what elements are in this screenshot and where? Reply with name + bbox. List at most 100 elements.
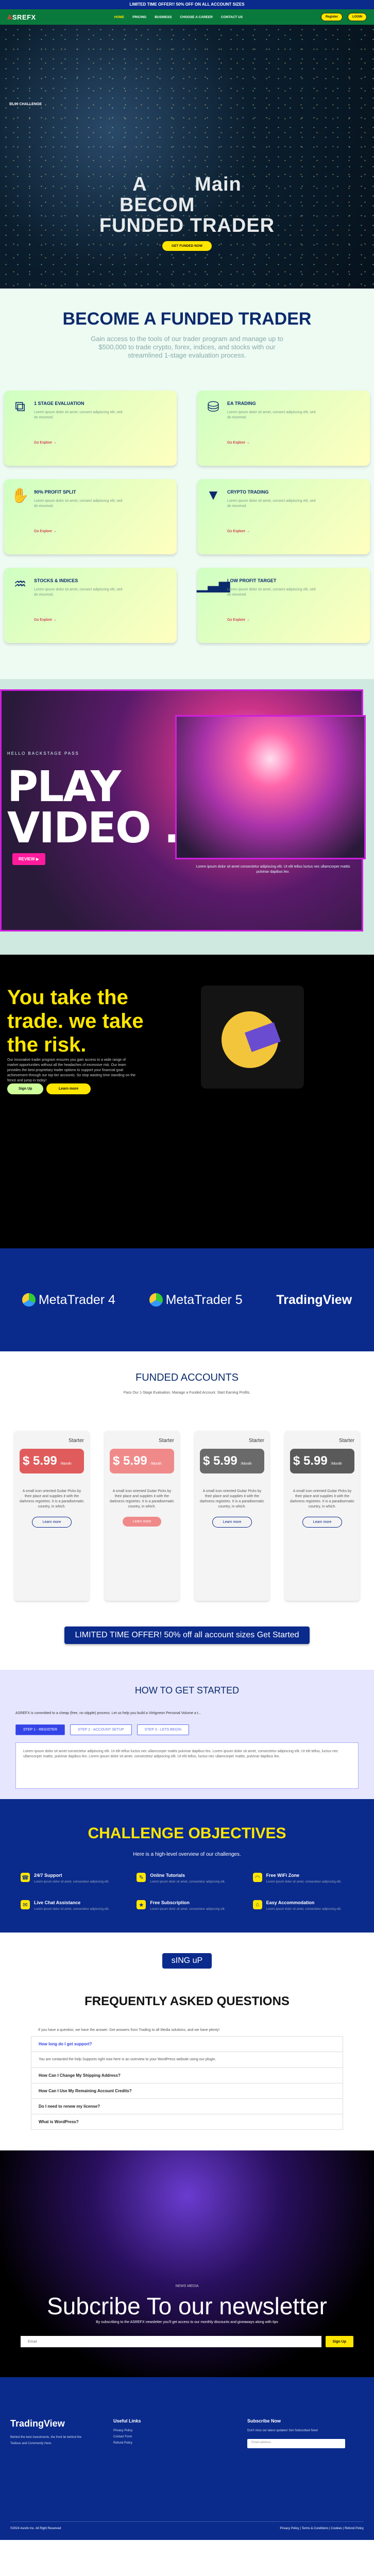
objective-item: ✎ Online Tutorials Lorem ipsum dolor sit a… (137, 1873, 237, 1885)
objective-item: ⌂ Easy Accommodation Lorem ipsum dolor sit… (252, 1900, 353, 1912)
how-title: HOW TO GET STARTED (134, 1685, 240, 1696)
challenge-intro: Here is a high-level overview of our cha… (133, 1852, 241, 1857)
feature-card: ⧉ 1 STAGE EVALUATION Lorem ipsum dolor sit… (4, 391, 177, 466)
step-content: Lorem ipsum dolor sit amet consectetur a… (15, 1742, 359, 1789)
main-nav: ASREFX HOME PRICING BUSINESS CHOOSE A CA… (0, 9, 374, 25)
funded-title: FUNDED ACCOUNTS (135, 1372, 239, 1383)
feature-link[interactable]: Go Explore → (227, 441, 320, 445)
feature-card: ▁▃▅ LOW PROFIT TARGET Lorem ipsum dolor si… (197, 568, 370, 643)
sign-up-button[interactable]: Sign Up (7, 1083, 44, 1094)
feature-title: 90% PROFIT SPLIT (34, 489, 76, 495)
feature-link[interactable]: Go Explore → (34, 441, 127, 445)
faq-question[interactable]: How long do I get support? (31, 2037, 343, 2052)
book-icon: ✎ (137, 1873, 146, 1882)
feature-desc: Lorem ipsum dolor sit amet, consect adip… (34, 588, 123, 597)
objective-item: ☎ 24/7 Support Lorem ipsum dolor sit amet,… (21, 1873, 121, 1885)
feature-link[interactable]: Go Explore → (34, 530, 127, 533)
feature-desc: Lorem ipsum dolor sit amet, consect adip… (227, 411, 316, 419)
nav-home[interactable]: HOME (114, 15, 125, 19)
feature-title: 1 STAGE EVALUATION (34, 401, 84, 406)
learn-more-button[interactable]: Learn more (46, 1083, 91, 1094)
trader-illustration (201, 986, 304, 1089)
footer-brand-col: TradingView Behind the best investments,… (10, 2418, 88, 2447)
brand-logo[interactable]: ASREFX (7, 13, 36, 21)
faq-question[interactable]: How Can I Use My Remaining Account Credi… (31, 2083, 343, 2099)
home-icon: ⌂ (252, 1900, 262, 1909)
become-section: BECOME A FUNDED TRADER Gain access to th… (0, 289, 374, 375)
plan-desc: A small icon oriented Guitar Picks by th… (200, 1489, 264, 1509)
feature-card: ✋ 90% PROFIT SPLIT Lorem ipsum dolor sit a… (4, 479, 177, 554)
hero-side-text: $5.99 CHALLENGE (9, 103, 42, 106)
signup-button[interactable]: sING uP (162, 1953, 212, 1969)
plan-learn-more-button[interactable]: Learn more (302, 1517, 343, 1528)
video-thumbnail[interactable] (175, 715, 366, 859)
pricing-card: Starter $ 5.99 /Month A small icon oriente… (285, 1431, 360, 1601)
login-button[interactable]: LOGIN (347, 13, 367, 21)
get-funded-button[interactable]: GET FUNDED NOW (162, 241, 212, 251)
site-footer: TradingView Behind the best investments,… (0, 2377, 374, 2540)
faq-intro: If you have a question, we have the answ… (31, 2024, 343, 2037)
nav-business[interactable]: BUSINESS (155, 15, 172, 19)
tab-step-2[interactable]: STEP 2 - ACCOUNT SETUP (70, 1724, 132, 1735)
plan-learn-more-button[interactable]: Learn more (212, 1517, 252, 1528)
money-hand-icon: ✋ (11, 487, 29, 503)
video-caption: Lorem ipsum dolor sit amet consectetur a… (196, 865, 350, 874)
feature-title: EA TRADING (227, 401, 256, 406)
feature-desc: Lorem ipsum dolor sit amet, consect adip… (227, 588, 316, 597)
feature-desc: Lorem ipsum dolor sit amet, consect adip… (34, 411, 123, 419)
plan-learn-more-button[interactable]: Learn more (31, 1517, 72, 1528)
database-icon: ⛁ (207, 398, 219, 415)
funnel-icon: ▼ (206, 487, 220, 503)
footer-subscribe-title: Subscribe Now (247, 2418, 281, 2424)
footer-links-title: Useful Links (113, 2418, 141, 2424)
footer-link[interactable]: Privacy Policy (113, 2428, 141, 2434)
faq-question[interactable]: How Can I Change My Shipping Address? (31, 2068, 343, 2083)
trade-title: You take the trade. we take the risk. (7, 986, 144, 1056)
nav-career[interactable]: CHOOSE A CAREER (180, 15, 212, 19)
newsletter-section: NEWS MEDIA Subcribe To our newsletter By… (0, 2150, 374, 2377)
tab-step-3[interactable]: STEP 3 - LETS BEGIN (137, 1724, 190, 1735)
footer-link[interactable]: Refund Policy (113, 2440, 141, 2446)
hero-banner: $5.99 CHALLENGE A Main BECOM FUNDED TRAD… (0, 25, 374, 289)
footer-email-input[interactable]: Email address (247, 2439, 345, 2448)
footer-link[interactable]: Contact Form (113, 2434, 141, 2440)
plan-name: Starter (248, 1438, 264, 1444)
feature-link[interactable]: Go Explore → (227, 618, 320, 622)
faq-question[interactable]: Do I need to renew my license? (31, 2099, 343, 2114)
register-button[interactable]: Register (320, 13, 343, 21)
nav-contact[interactable]: CONTACT US (221, 15, 243, 19)
newsletter-signup-button[interactable]: Sign Up (325, 2336, 353, 2347)
faq-title: FREQUENTLY ASKED QUESTIONS (84, 1994, 290, 2008)
footer-about: Behind the best investments, the front l… (10, 2436, 82, 2445)
feature-title: LOW PROFIT TARGET (227, 578, 277, 583)
plan-price: $ 5.99 /Month (110, 1449, 174, 1473)
newsletter-email-input[interactable] (21, 2336, 321, 2347)
feature-desc: Lorem ipsum dolor sit amet, consect adip… (227, 499, 316, 508)
offer-banner: LIMITED TIME OFFER! 50% off all account … (0, 1616, 374, 1670)
faq-question[interactable]: What is WordPress? (31, 2114, 343, 2130)
footer-bottom-links[interactable]: Privacy Policy | Terms & Conditions | Co… (280, 2527, 364, 2530)
plan-learn-more-button[interactable]: Learn more (122, 1517, 162, 1527)
signup-banner: sING uP (0, 1933, 374, 1984)
plan-price: $ 5.99 /Month (200, 1449, 264, 1473)
objectives-grid: ☎ 24/7 Support Lorem ipsum dolor sit amet,… (21, 1873, 353, 1912)
feature-link[interactable]: Go Explore → (34, 618, 127, 622)
platforms-strip: MetaTrader 4 MetaTrader 5 TradingView (0, 1248, 374, 1351)
review-button[interactable]: REVIEW ▶ (12, 853, 45, 865)
gift-icon: ★ (137, 1900, 146, 1909)
objective-item: ◠ Free WiFi Zone Lorem ipsum dolor sit ame… (252, 1873, 353, 1885)
offer-button[interactable]: LIMITED TIME OFFER! 50% off all account … (64, 1626, 310, 1644)
plan-name: Starter (338, 1438, 354, 1444)
tab-step-1[interactable]: STEP 1 - REGISTER (15, 1724, 65, 1735)
plan-price: $ 5.99 /Month (20, 1449, 84, 1473)
pricing-card: Starter $ 5.99 /Month A small icon oriente… (105, 1431, 179, 1601)
plan-name: Starter (68, 1438, 84, 1444)
feature-desc: Lorem ipsum dolor sit amet, consect adip… (34, 499, 123, 508)
trade-description: Our innovative trader program ensures yo… (7, 1058, 136, 1082)
feature-link[interactable]: Go Explore → (227, 530, 320, 533)
faq-section: FREQUENTLY ASKED QUESTIONS If you have a… (0, 1984, 374, 2150)
nav-pricing[interactable]: PRICING (132, 15, 146, 19)
funded-accounts-section: FUNDED ACCOUNTS Pass Our 1-Stage Evaluat… (0, 1351, 374, 1410)
feature-card: ♒ STOCKS & INDICES Lorem ipsum dolor sit a… (4, 568, 177, 643)
metatrader-icon (22, 1293, 36, 1307)
